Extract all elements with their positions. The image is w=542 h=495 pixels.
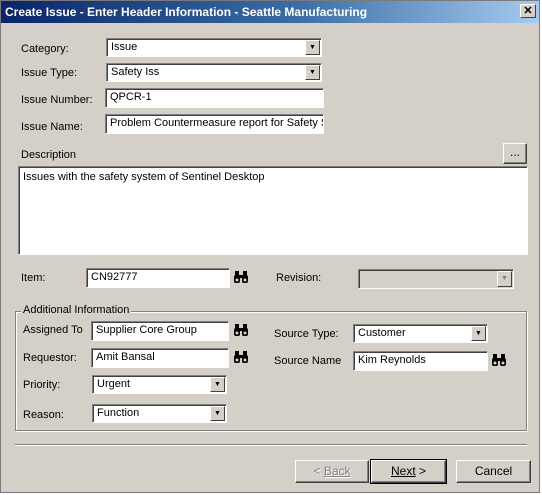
reason-select[interactable]: Function ▼ [92,404,227,423]
back-arrow: < [313,464,324,478]
source-name-input[interactable]: Kim Reynolds [353,351,488,371]
description-textarea[interactable]: Issues with the safety system of Sentine… [18,166,528,255]
requestor-input[interactable]: Amit Bansal [91,348,229,368]
dropdown-arrow-icon[interactable]: ▼ [305,40,320,55]
back-button[interactable]: < Back [295,460,369,483]
cancel-button[interactable]: Cancel [456,460,531,483]
item-label: Item: [21,272,46,284]
next-label: Next [390,464,416,478]
source-type-label: Source Type: [274,328,339,340]
category-value: Issue [111,41,138,53]
category-select[interactable]: Issue ▼ [106,38,322,57]
create-issue-dialog: Create Issue - Enter Header Information … [0,0,540,493]
description-expand-button[interactable]: ... [503,143,527,164]
item-input[interactable]: CN92777 [86,268,230,288]
close-icon[interactable]: ✕ [520,4,536,18]
title-bar: Create Issue - Enter Header Information … [1,1,539,23]
dropdown-arrow-icon[interactable]: ▼ [210,406,225,421]
dropdown-arrow-icon: ▼ [497,271,512,287]
reason-value: Function [97,407,140,419]
priority-label: Priority: [23,379,61,391]
binoculars-icon[interactable] [491,353,507,367]
issue-type-select[interactable]: Safety Iss ▼ [106,63,322,82]
binoculars-icon[interactable] [233,323,249,337]
description-label: Description [21,149,77,161]
issue-name-input[interactable]: Problem Countermeasure report for Safety… [105,114,324,134]
issue-number-input[interactable]: QPCR-1 [105,88,324,108]
window-title: Create Issue - Enter Header Information … [5,5,368,19]
revision-label: Revision: [276,272,322,284]
assigned-to-label: Assigned To [23,324,83,336]
source-name-label: Source Name [274,355,342,367]
footer-separator [15,444,527,446]
dropdown-arrow-icon[interactable]: ▼ [471,326,486,341]
issue-name-label: Issue Name: [21,121,83,133]
binoculars-icon[interactable] [233,350,249,364]
dropdown-arrow-icon[interactable]: ▼ [305,65,320,80]
reason-label: Reason: [23,409,64,421]
dropdown-arrow-icon[interactable]: ▼ [210,377,225,392]
next-arrow: > [415,464,427,478]
next-button[interactable]: Next > [370,459,447,484]
issue-type-label: Issue Type: [21,67,78,79]
revision-select: ▼ [358,269,514,289]
priority-select[interactable]: Urgent ▼ [92,375,227,394]
source-type-select[interactable]: Customer ▼ [353,324,488,343]
priority-value: Urgent [97,378,131,390]
additional-information-legend: Additional Information [21,304,132,316]
assigned-to-input[interactable]: Supplier Core Group [91,321,229,341]
source-type-value: Customer [358,327,406,339]
issue-number-label: Issue Number: [21,94,93,106]
category-label: Category: [21,43,69,55]
requestor-label: Requestor: [23,352,77,364]
issue-type-value: Safety Iss [111,66,160,78]
back-label: Back [323,464,351,478]
binoculars-icon[interactable] [233,270,249,284]
